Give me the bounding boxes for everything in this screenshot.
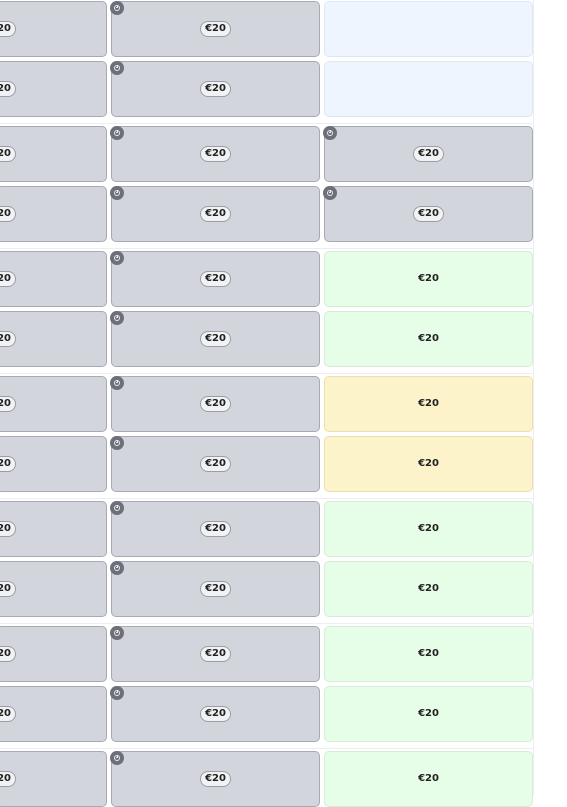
- clock-icon: [110, 61, 124, 75]
- price-label: €20: [0, 581, 16, 597]
- time-slot-booked[interactable]: €20: [110, 251, 320, 307]
- time-slot-yellow[interactable]: €20: [324, 376, 533, 432]
- price-label: €20: [418, 273, 439, 284]
- clock-icon: [110, 501, 124, 515]
- clock-icon: [323, 186, 337, 200]
- time-slot-yellow[interactable]: €20: [324, 436, 533, 492]
- price-label: €20: [0, 146, 16, 162]
- price-label: €20: [200, 646, 231, 662]
- price-label: €20: [0, 456, 16, 472]
- price-label: €20: [418, 523, 439, 534]
- time-slot-booked[interactable]: €20: [323, 186, 533, 242]
- price-label: €20: [413, 206, 444, 222]
- clock-icon: [110, 561, 124, 575]
- grid-right-border: [533, 0, 534, 796]
- price-label: €20: [418, 708, 439, 719]
- time-slot-booked[interactable]: €20: [0, 61, 107, 117]
- time-slot-green[interactable]: €20: [324, 561, 533, 617]
- time-slot-green[interactable]: €20: [324, 626, 533, 682]
- group-divider: [0, 748, 533, 749]
- clock-icon: [110, 126, 124, 140]
- price-label: €20: [0, 331, 16, 347]
- time-slot-booked[interactable]: €20: [110, 561, 320, 617]
- time-slot-booked[interactable]: €20: [0, 686, 107, 742]
- time-slot-booked[interactable]: €20: [323, 126, 533, 182]
- price-label: €20: [200, 771, 231, 787]
- price-label: €20: [200, 396, 231, 412]
- price-label: €20: [0, 646, 16, 662]
- price-label: €20: [418, 398, 439, 409]
- price-label: €20: [418, 583, 439, 594]
- price-label: €20: [200, 271, 231, 287]
- time-slot-booked[interactable]: €20: [110, 311, 320, 367]
- time-slot-green[interactable]: €20: [324, 501, 533, 557]
- price-label: €20: [200, 81, 231, 97]
- price-label: €20: [200, 521, 231, 537]
- clock-icon: [110, 751, 124, 765]
- clock-icon: [323, 126, 337, 140]
- time-slot-booked[interactable]: €20: [0, 251, 107, 307]
- time-slot-booked[interactable]: €20: [110, 126, 320, 182]
- time-slot-booked[interactable]: €20: [0, 751, 107, 807]
- time-slot-booked[interactable]: €20: [0, 501, 107, 557]
- price-label: €20: [200, 331, 231, 347]
- price-label: €20: [200, 206, 231, 222]
- time-slot-blue[interactable]: [324, 61, 533, 117]
- time-slot-booked[interactable]: €20: [0, 376, 107, 432]
- price-label: €20: [0, 771, 16, 787]
- price-label: €20: [0, 206, 16, 222]
- time-slot-booked[interactable]: €20: [0, 626, 107, 682]
- group-divider: [0, 373, 533, 374]
- time-slot-green[interactable]: €20: [324, 311, 533, 367]
- group-divider: [0, 248, 533, 249]
- time-slot-green[interactable]: €20: [324, 686, 533, 742]
- time-slot-booked[interactable]: €20: [110, 626, 320, 682]
- clock-icon: [110, 251, 124, 265]
- time-slot-booked[interactable]: €20: [0, 1, 107, 57]
- clock-icon: [110, 186, 124, 200]
- price-label: €20: [0, 81, 16, 97]
- schedule-grid: €20 €20 €20 €20 €20 €20 €20 €20 €20 €20 €20 €20 €20 €…: [0, 0, 567, 807]
- price-label: €20: [418, 333, 439, 344]
- group-divider: [0, 123, 533, 124]
- price-label: €20: [418, 648, 439, 659]
- time-slot-booked[interactable]: €20: [0, 436, 107, 492]
- price-label: €20: [200, 581, 231, 597]
- time-slot-booked[interactable]: €20: [110, 376, 320, 432]
- time-slot-booked[interactable]: €20: [110, 1, 320, 57]
- price-label: €20: [413, 146, 444, 162]
- clock-icon: [110, 686, 124, 700]
- time-slot-booked[interactable]: €20: [110, 751, 320, 807]
- time-slot-booked[interactable]: €20: [0, 126, 107, 182]
- time-slot-booked[interactable]: €20: [110, 686, 320, 742]
- price-label: €20: [200, 21, 231, 37]
- time-slot-booked[interactable]: €20: [0, 186, 107, 242]
- group-divider: [0, 623, 533, 624]
- time-slot-green[interactable]: €20: [324, 751, 533, 807]
- price-label: €20: [200, 146, 231, 162]
- time-slot-booked[interactable]: €20: [110, 186, 320, 242]
- time-slot-booked[interactable]: €20: [0, 311, 107, 367]
- price-label: €20: [418, 773, 439, 784]
- time-slot-green[interactable]: €20: [324, 251, 533, 307]
- clock-icon: [110, 311, 124, 325]
- price-label: €20: [418, 458, 439, 469]
- price-label: €20: [0, 271, 16, 287]
- group-divider: [0, 498, 533, 499]
- time-slot-booked[interactable]: €20: [0, 561, 107, 617]
- price-label: €20: [200, 706, 231, 722]
- price-label: €20: [0, 706, 16, 722]
- price-label: €20: [200, 456, 231, 472]
- price-label: €20: [0, 521, 16, 537]
- clock-icon: [110, 376, 124, 390]
- clock-icon: [110, 626, 124, 640]
- clock-icon: [110, 436, 124, 450]
- time-slot-blue[interactable]: [324, 1, 533, 57]
- time-slot-booked[interactable]: €20: [110, 61, 320, 117]
- time-slot-booked[interactable]: €20: [110, 436, 320, 492]
- price-label: €20: [0, 21, 16, 37]
- clock-icon: [110, 1, 124, 15]
- time-slot-booked[interactable]: €20: [110, 501, 320, 557]
- price-label: €20: [0, 396, 16, 412]
